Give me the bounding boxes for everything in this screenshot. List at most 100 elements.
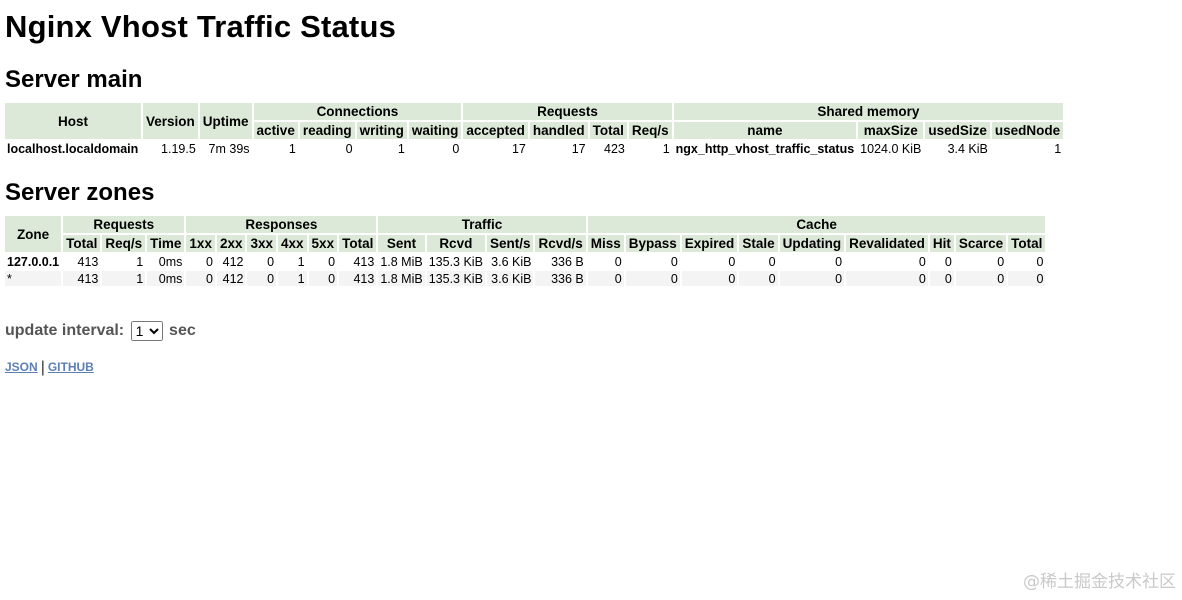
col-max-size: maxSize bbox=[858, 122, 924, 139]
cell-handled: 17 bbox=[529, 141, 588, 156]
cell-max-size: 1024.0 KiB bbox=[858, 141, 924, 156]
cell-scarce: 0 bbox=[955, 271, 1007, 286]
cell-used-size: 3.4 KiB bbox=[925, 141, 990, 156]
col-handled: handled bbox=[529, 122, 588, 139]
cell-bypass: 0 bbox=[625, 271, 680, 286]
server-main-table: Host Version Uptime Connections Requests… bbox=[3, 101, 1065, 158]
cell-sent: 1.8 MiB bbox=[378, 271, 425, 286]
watermark: @稀土掘金技术社区 bbox=[1023, 572, 1176, 592]
col-total: Total bbox=[589, 122, 627, 139]
col-group-connections: Connections bbox=[253, 103, 462, 120]
cell-3xx: 0 bbox=[247, 271, 277, 286]
cell-responses-total: 413 bbox=[339, 254, 377, 269]
table-header-row: Total Req/s Time 1xx 2xx 3xx 4xx 5xx Tot… bbox=[5, 235, 1046, 252]
col-cache-total: Total bbox=[1008, 235, 1046, 252]
cell-5xx: 0 bbox=[308, 271, 338, 286]
col-scarce: Scarce bbox=[955, 235, 1007, 252]
table-header-row: Zone Requests Responses Traffic Cache bbox=[5, 216, 1046, 252]
cell-hit: 0 bbox=[929, 254, 954, 269]
cell-total: 413 bbox=[63, 271, 101, 286]
cell-revalidated: 0 bbox=[846, 271, 928, 286]
cell-total: 423 bbox=[589, 141, 627, 156]
cell-version: 1.19.5 bbox=[143, 141, 198, 156]
cell-total: 413 bbox=[63, 254, 101, 269]
cell-scarce: 0 bbox=[955, 254, 1007, 269]
col-used-size: usedSize bbox=[925, 122, 990, 139]
col-rcvd-s: Rcvd/s bbox=[535, 235, 586, 252]
col-2xx: 2xx bbox=[216, 235, 246, 252]
cell-expired: 0 bbox=[681, 271, 738, 286]
col-writing: writing bbox=[356, 122, 407, 139]
cell-updating: 0 bbox=[779, 271, 845, 286]
col-name: name bbox=[673, 122, 857, 139]
cell-host: localhost.localdomain bbox=[5, 141, 141, 156]
cell-1xx: 0 bbox=[186, 254, 215, 269]
col-rcvd: Rcvd bbox=[426, 235, 485, 252]
col-stale: Stale bbox=[739, 235, 778, 252]
cell-stale: 0 bbox=[739, 254, 778, 269]
cell-sent-s: 3.6 KiB bbox=[486, 254, 534, 269]
col-waiting: waiting bbox=[408, 122, 462, 139]
col-group-traffic: Traffic bbox=[378, 216, 586, 233]
cell-accepted: 17 bbox=[463, 141, 528, 156]
cell-sent-s: 3.6 KiB bbox=[486, 271, 534, 286]
col-4xx: 4xx bbox=[278, 235, 307, 252]
col-time: Time bbox=[147, 235, 185, 252]
cell-miss: 0 bbox=[587, 254, 624, 269]
col-group-cache: Cache bbox=[587, 216, 1046, 233]
update-interval-select[interactable]: 1 bbox=[130, 321, 163, 341]
col-5xx: 5xx bbox=[308, 235, 338, 252]
col-1xx: 1xx bbox=[186, 235, 215, 252]
cell-rcvd-s: 336 B bbox=[535, 271, 586, 286]
update-interval-unit: sec bbox=[169, 322, 196, 340]
col-req-s: Req/s bbox=[102, 235, 146, 252]
table-row: 127.0.0.1 413 1 0ms 0 412 0 1 0 413 1.8 … bbox=[5, 254, 1046, 269]
cell-active: 1 bbox=[253, 141, 298, 156]
col-expired: Expired bbox=[681, 235, 738, 252]
cell-waiting: 0 bbox=[408, 141, 462, 156]
cell-rcvd: 135.3 KiB bbox=[426, 254, 485, 269]
cell-stale: 0 bbox=[739, 271, 778, 286]
cell-zone: 127.0.0.1 bbox=[5, 254, 62, 269]
col-hit: Hit bbox=[929, 235, 954, 252]
cell-req-s: 1 bbox=[102, 254, 146, 269]
col-group-shared-memory: Shared memory bbox=[673, 103, 1064, 120]
col-group-requests: Requests bbox=[463, 103, 672, 120]
github-link[interactable]: GITHUB bbox=[48, 360, 94, 374]
col-group-responses: Responses bbox=[186, 216, 377, 233]
col-req-s: Req/s bbox=[628, 122, 672, 139]
cell-miss: 0 bbox=[587, 271, 624, 286]
cell-name: ngx_http_vhost_traffic_status bbox=[673, 141, 857, 156]
footer-links: JSON | GITHUB bbox=[5, 358, 94, 376]
cell-5xx: 0 bbox=[308, 254, 338, 269]
col-miss: Miss bbox=[587, 235, 624, 252]
col-host: Host bbox=[5, 103, 141, 139]
json-link[interactable]: JSON bbox=[5, 360, 38, 374]
cell-2xx: 412 bbox=[216, 254, 246, 269]
col-sent: Sent bbox=[378, 235, 425, 252]
cell-writing: 1 bbox=[356, 141, 407, 156]
cell-cache-total: 0 bbox=[1008, 271, 1046, 286]
col-zone: Zone bbox=[5, 216, 62, 252]
cell-hit: 0 bbox=[929, 271, 954, 286]
cell-uptime: 7m 39s bbox=[199, 141, 252, 156]
cell-4xx: 1 bbox=[278, 271, 307, 286]
col-uptime: Uptime bbox=[199, 103, 252, 139]
col-3xx: 3xx bbox=[247, 235, 277, 252]
cell-req-s: 1 bbox=[628, 141, 672, 156]
link-separator: | bbox=[40, 359, 45, 376]
status-page: Nginx Vhost Traffic Status Server main H… bbox=[0, 0, 1182, 600]
server-zones-heading: Server zones bbox=[5, 179, 155, 206]
cell-revalidated: 0 bbox=[846, 254, 928, 269]
col-sent-s: Sent/s bbox=[486, 235, 534, 252]
cell-reading: 0 bbox=[299, 141, 355, 156]
cell-req-s: 1 bbox=[102, 271, 146, 286]
cell-4xx: 1 bbox=[278, 254, 307, 269]
col-total: Total bbox=[63, 235, 101, 252]
col-version: Version bbox=[143, 103, 198, 139]
col-group-requests: Requests bbox=[63, 216, 185, 233]
table-row: localhost.localdomain 1.19.5 7m 39s 1 0 … bbox=[5, 141, 1064, 156]
cell-used-node: 1 bbox=[991, 141, 1064, 156]
cell-sent: 1.8 MiB bbox=[378, 254, 425, 269]
cell-rcvd-s: 336 B bbox=[535, 254, 586, 269]
